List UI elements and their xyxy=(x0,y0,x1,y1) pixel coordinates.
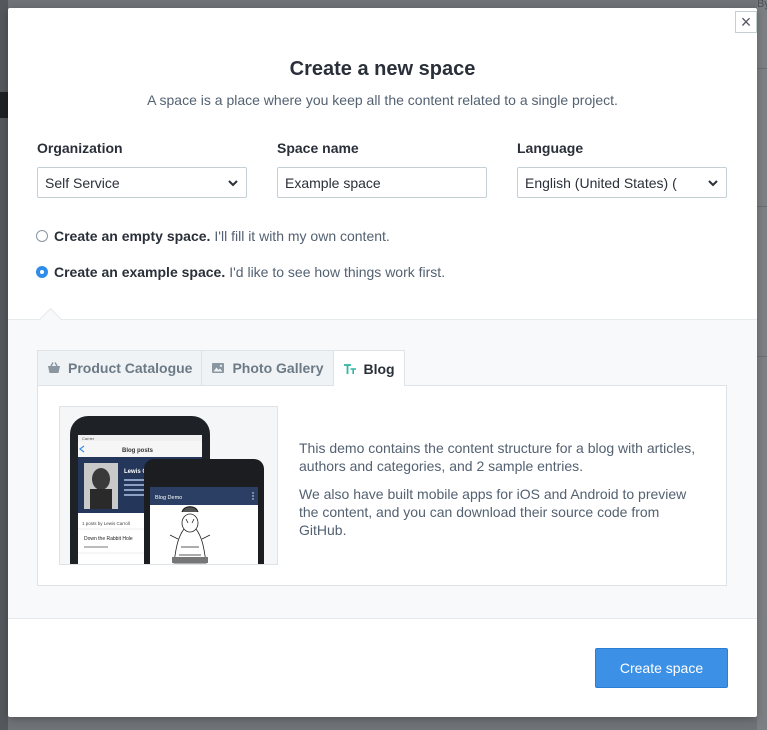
organization-value: Self Service xyxy=(45,174,120,191)
preview-ios-author: Lewis C xyxy=(124,469,147,475)
blog-description-paragraph-2: We also have built mobile apps for iOS a… xyxy=(299,486,687,538)
phone-illustration: Carrier Blog posts Lewis C 1 posts by Le… xyxy=(70,416,264,564)
blog-description-paragraph-1: This demo contains the content structure… xyxy=(299,440,696,474)
preview-ios-header: Blog posts xyxy=(122,448,154,454)
language-label: Language xyxy=(517,140,584,156)
close-button[interactable]: × xyxy=(735,11,757,33)
example-space-bold: Create an example space. xyxy=(54,264,226,280)
tab-label: Photo Gallery xyxy=(232,360,324,376)
option-example-space[interactable]: Create an example space. I'd like to see… xyxy=(36,264,445,280)
close-icon: × xyxy=(740,12,752,32)
modal-subtitle: A space is a place where you keep all th… xyxy=(147,92,618,108)
preview-ios-posts-by: 1 posts by Lewis Carroll xyxy=(82,521,130,526)
language-select[interactable]: English (United States) ( xyxy=(517,167,727,198)
tab-photo-gallery[interactable]: Photo Gallery xyxy=(201,350,334,385)
space-name-field[interactable] xyxy=(277,167,487,198)
blog-app-preview-image: Carrier Blog posts Lewis C 1 posts by Le… xyxy=(59,406,278,565)
basket-icon xyxy=(48,362,60,373)
space-name-label: Space name xyxy=(277,140,359,156)
create-space-button[interactable]: Create space xyxy=(595,648,728,688)
blog-tab-content: Carrier Blog posts Lewis C 1 posts by Le… xyxy=(37,385,727,586)
language-value: English (United States) ( xyxy=(525,174,677,191)
tab-blog[interactable]: Blog xyxy=(332,350,405,386)
preview-android-header: Blog Demo xyxy=(155,495,182,501)
space-name-input[interactable] xyxy=(285,174,479,191)
empty-space-text: I'll fill it with my own content. xyxy=(214,228,390,244)
example-space-radio[interactable] xyxy=(36,266,48,278)
text-icon xyxy=(343,363,356,374)
tab-label: Product Catalogue xyxy=(68,360,193,376)
modal-title: Create a new space xyxy=(289,58,476,80)
chevron-down-icon xyxy=(228,179,238,186)
example-tabs: Product Catalogue Photo Gallery Blog xyxy=(37,350,405,386)
preview-carrier-text: Carrier xyxy=(82,436,95,441)
empty-space-bold: Create an empty space. xyxy=(54,228,211,244)
chevron-down-icon xyxy=(708,179,718,186)
example-space-text: I'd like to see how things work first. xyxy=(229,264,446,280)
option-empty-space[interactable]: Create an empty space. I'll fill it with… xyxy=(36,228,390,244)
background-left-strip xyxy=(0,0,8,730)
organization-label: Organization xyxy=(37,140,123,156)
organization-select[interactable]: Self Service xyxy=(37,167,247,198)
background-peek-text: By default, t xyxy=(757,0,767,10)
photo-icon xyxy=(212,363,225,373)
empty-space-radio[interactable] xyxy=(36,230,48,242)
tab-product-catalogue[interactable]: Product Catalogue xyxy=(37,350,203,385)
background-right-strip: By default, t xyxy=(757,0,767,730)
tab-label: Blog xyxy=(363,360,395,377)
create-space-modal: × Create a new space A space is a place … xyxy=(8,8,757,717)
blog-description: This demo contains the content structure… xyxy=(299,439,709,549)
preview-ios-post-title: Down the Rabbit Hole xyxy=(84,536,133,542)
